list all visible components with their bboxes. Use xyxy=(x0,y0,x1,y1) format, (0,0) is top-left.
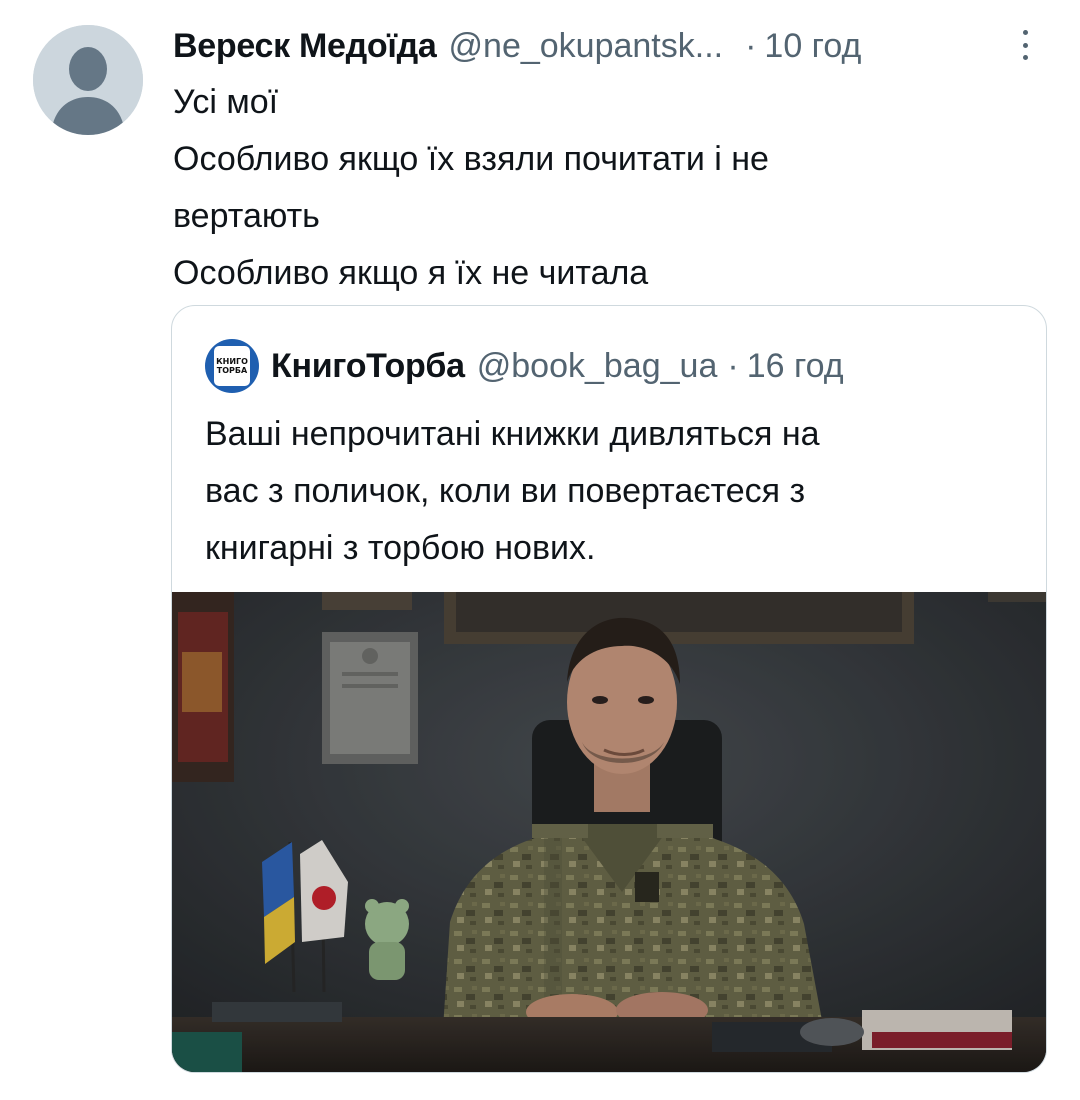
author-avatar[interactable] xyxy=(33,25,143,135)
more-vertical-icon[interactable] xyxy=(1017,26,1033,64)
tweet-text: Усі мої Особливо якщо їх взяли почитати … xyxy=(173,74,1043,302)
quoted-text-line: вас з поличок, коли ви повертаєтеся з xyxy=(205,472,806,510)
quoted-tweet[interactable]: КНИГО ТОРБА КнигоТорба @book_bag_ua · 16… xyxy=(171,305,1047,1073)
more-dot xyxy=(1022,30,1028,35)
default-profile-icon xyxy=(33,25,143,135)
tweet-text-line: Особливо якщо їх взяли почитати і не xyxy=(173,140,769,178)
author-display-name[interactable]: Вереск Медоїда xyxy=(173,27,437,66)
tweet-header: Вереск Медоїда @ne_okupantsk... · 10 год xyxy=(173,22,1053,70)
logo-line: КНИГО xyxy=(216,357,248,366)
book-bag-logo: КНИГО ТОРБА xyxy=(214,346,250,386)
quoted-tweet-photo[interactable] xyxy=(172,592,1046,1072)
tweet-text-line: вертають xyxy=(173,197,320,235)
quoted-text-line: Ваші непрочитані книжки дивляться на xyxy=(205,415,820,453)
tweet-text-line: Особливо якщо я їх не читала xyxy=(173,254,649,292)
photo-office-portrait xyxy=(172,592,1046,1072)
more-dot xyxy=(1022,55,1028,60)
quoted-tweet-text: Ваші непрочитані книжки дивляться на вас… xyxy=(205,406,1025,577)
quoted-text-line: книгарні з торбою нових. xyxy=(205,529,596,567)
quoted-author-display-name[interactable]: КнигоТорба xyxy=(271,347,465,386)
quoted-author-avatar[interactable]: КНИГО ТОРБА xyxy=(205,339,259,393)
logo-line: ТОРБА xyxy=(216,366,248,375)
quoted-header-separator: · xyxy=(727,346,739,385)
quoted-tweet-timestamp[interactable]: 16 год xyxy=(747,347,844,386)
tweet[interactable]: Вереск Медоїда @ne_okupantsk... · 10 год… xyxy=(0,0,1080,1100)
more-dot xyxy=(1022,42,1028,48)
author-handle[interactable]: @ne_okupantsk... xyxy=(449,27,724,66)
tweet-text-line: Усі мої xyxy=(173,83,279,121)
tweet-timestamp[interactable]: 10 год xyxy=(764,27,861,66)
quoted-author-handle[interactable]: @book_bag_ua xyxy=(477,347,718,386)
header-separator: · xyxy=(745,26,757,65)
quoted-tweet-header: КНИГО ТОРБА КнигоТорба @book_bag_ua · 16… xyxy=(205,338,844,394)
